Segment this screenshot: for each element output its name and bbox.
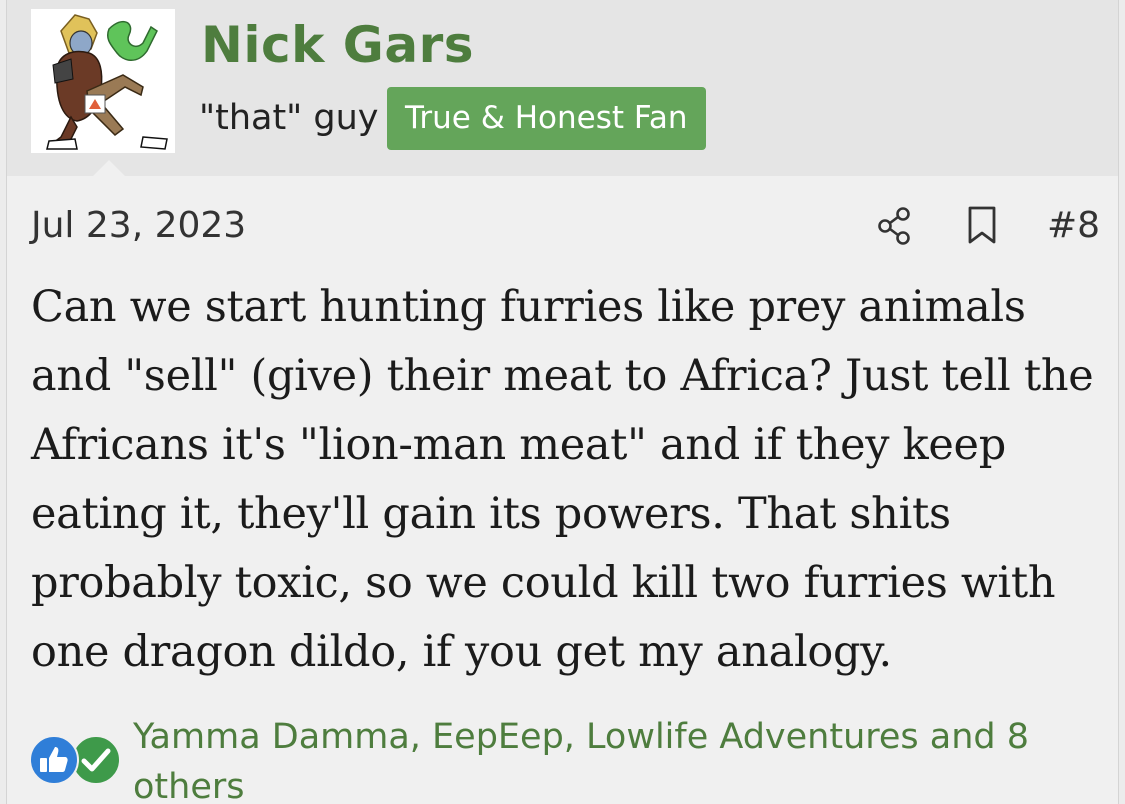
reaction-icons[interactable] <box>29 735 129 789</box>
header-arrow <box>93 160 125 176</box>
avatar-image <box>31 9 175 153</box>
user-header: Nick Gars "that" guy True & Honest Fan <box>7 0 1118 176</box>
post-body: Can we start hunting furries like prey a… <box>31 282 1094 677</box>
post-number[interactable]: #8 <box>1047 203 1100 249</box>
like-icon[interactable] <box>29 735 79 785</box>
username[interactable]: Nick Gars <box>201 14 474 76</box>
post-container: Nick Gars "that" guy True & Honest Fan J… <box>6 0 1119 804</box>
bookmark-icon[interactable] <box>965 204 999 246</box>
reaction-users-link[interactable]: Yamma Damma, EepEep, Lowlife Adventures … <box>133 712 1093 804</box>
user-banner: True & Honest Fan <box>387 87 706 150</box>
user-title: "that" guy <box>199 98 379 138</box>
avatar[interactable] <box>31 9 175 153</box>
post-date[interactable]: Jul 23, 2023 <box>31 203 246 249</box>
share-icon[interactable] <box>875 205 915 247</box>
